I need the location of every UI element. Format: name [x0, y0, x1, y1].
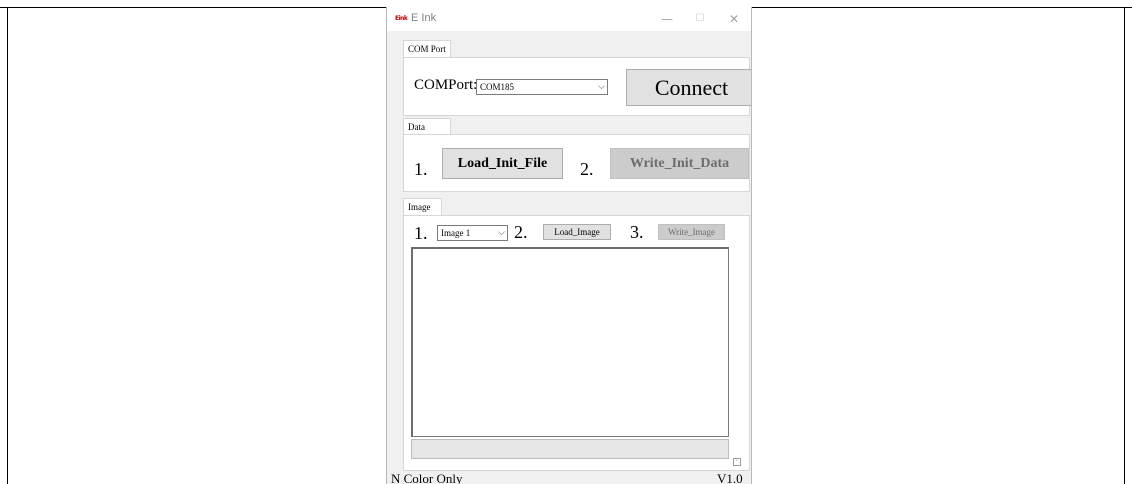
data-step-2: 2. [580, 159, 594, 179]
com-port-panel: COMPort: COM185 ⌵ Connect [403, 57, 751, 116]
comport-label: COMPort: [414, 77, 478, 93]
write-image-button[interactable]: Write_Image [658, 224, 725, 240]
outer-frame-left [7, 7, 8, 484]
load-image-button[interactable]: Load_Image [543, 224, 611, 240]
outer-frame-right [1124, 7, 1125, 484]
comport-select[interactable]: COM185 ⌵ [476, 79, 608, 95]
app-logo-icon: Eink [395, 15, 408, 22]
resize-grip-icon[interactable]: ▫ [733, 458, 741, 466]
app-window: Eink E Ink — ☐ ✕ COM Port COMPort: COM18… [386, 7, 752, 484]
status-text: N Color Only [391, 471, 463, 484]
chevron-down-icon: ⌵ [498, 228, 505, 238]
image-select-value: Image 1 [441, 228, 471, 238]
chevron-down-icon: ⌵ [598, 82, 605, 92]
minimize-button[interactable]: — [653, 10, 681, 28]
window-title: E Ink [411, 12, 437, 24]
write-init-data-button[interactable]: Write_Init_Data [610, 148, 749, 179]
image-step-3: 3. [630, 222, 644, 242]
tab-image[interactable]: Image [403, 198, 442, 216]
image-panel: 1. Image 1 ⌵ 2. Load_Image 3. Write_Imag… [403, 215, 750, 471]
close-button[interactable]: ✕ [720, 10, 748, 28]
image-step-1: 1. [414, 223, 428, 243]
image-select[interactable]: Image 1 ⌵ [437, 225, 508, 241]
tab-com-port[interactable]: COM Port [403, 40, 451, 58]
load-init-file-button[interactable]: Load_Init_File [442, 148, 563, 179]
comport-value: COM185 [480, 82, 515, 92]
version-label: V1.0 [717, 471, 743, 484]
maximize-button[interactable]: ☐ [686, 10, 714, 28]
data-step-1: 1. [414, 159, 428, 179]
image-step-2: 2. [514, 222, 528, 242]
image-preview-area[interactable] [411, 247, 729, 437]
title-bar[interactable]: Eink E Ink — ☐ ✕ [387, 7, 751, 31]
connect-button[interactable]: Connect [626, 69, 751, 106]
data-panel: 1. Load_Init_File 2. Write_Init_Data [403, 134, 750, 192]
progress-bar [411, 439, 729, 459]
